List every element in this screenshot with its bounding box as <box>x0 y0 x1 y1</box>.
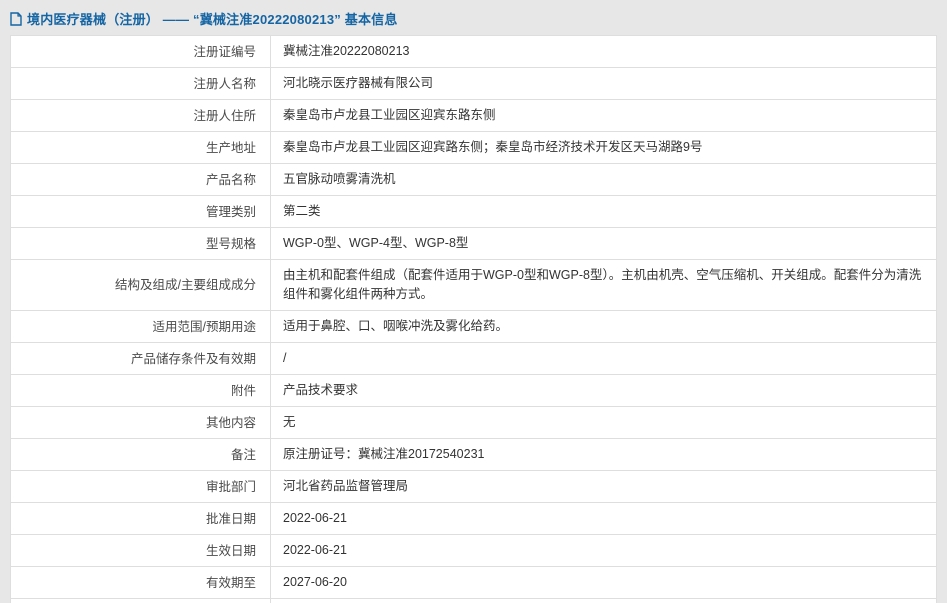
row-label-text: 审批部门 <box>206 480 256 494</box>
table-row: 管理类别 第二类 <box>11 196 937 228</box>
row-value-text: 冀械注准20222080213 <box>283 44 409 58</box>
row-label-text: 批准日期 <box>206 512 256 526</box>
table-row: 注册人名称 河北晓示医疗器械有限公司 <box>11 68 937 100</box>
row-label: 注册人名称 <box>11 68 271 100</box>
page-title: 境内医疗器械（注册） —— “冀械注准20222080213” 基本信息 <box>27 9 398 28</box>
row-label-text: 其他内容 <box>206 416 256 430</box>
row-value: WGP-0型、WGP-4型、WGP-8型 <box>271 228 937 260</box>
row-label-text: 产品储存条件及有效期 <box>131 352 256 366</box>
row-label: 适用范围/预期用途 <box>11 311 271 343</box>
row-label-text: 管理类别 <box>206 205 256 219</box>
row-label-text: 型号规格 <box>206 237 256 251</box>
row-label: 注册证编号 <box>11 36 271 68</box>
row-value-text: 原注册证号：冀械注准20172540231 <box>283 447 484 461</box>
table-row: 产品储存条件及有效期 / <box>11 343 937 375</box>
row-value-text: 由主机和配套件组成（配套件适用于WGP-0型和WGP-8型）。主机由机壳、空气压… <box>283 268 921 301</box>
row-value-text: 2027-06-20 <box>283 575 347 589</box>
page-header: 境内医疗器械（注册） —— “冀械注准20222080213” 基本信息 <box>0 0 947 35</box>
row-label: 注册人住所 <box>11 100 271 132</box>
row-label: 型号规格 <box>11 228 271 260</box>
row-value: 原注册证号：冀械注准20172540231 <box>271 439 937 471</box>
row-label-text: 产品名称 <box>206 173 256 187</box>
row-value: 2027-06-20 <box>271 567 937 599</box>
row-value: 河北省药品监督管理局 <box>271 471 937 503</box>
row-label: 审批部门 <box>11 471 271 503</box>
row-value: 五官脉动喷雾清洗机 <box>271 164 937 196</box>
info-table-body: 注册证编号冀械注准20222080213注册人名称河北晓示医疗器械有限公司注册人… <box>11 36 937 603</box>
row-label: 生产地址 <box>11 132 271 164</box>
table-row: 生效日期 2022-06-21 <box>11 535 937 567</box>
row-value: 产品技术要求 <box>271 375 937 407</box>
row-label: 管理类别 <box>11 196 271 228</box>
row-value-text: 无 <box>283 415 296 429</box>
row-value: 2022-06-21 <box>271 503 937 535</box>
row-value-text: 河北晓示医疗器械有限公司 <box>283 76 433 90</box>
row-value-text: 适用于鼻腔、口、咽喉冲洗及雾化给药。 <box>283 319 508 333</box>
info-table: 注册证编号冀械注准20222080213注册人名称河北晓示医疗器械有限公司注册人… <box>10 35 937 603</box>
table-row: 有效期至 2027-06-20 <box>11 567 937 599</box>
row-label-text: 生产地址 <box>206 141 256 155</box>
table-row: 变更情况2023-10-31:1.生产地址:“秦皇岛市卢龙县工业园区迎宾东路东侧… <box>11 599 937 603</box>
row-label: 有效期至 <box>11 567 271 599</box>
row-value-text: 秦皇岛市卢龙县工业园区迎宾路东侧；秦皇岛市经济技术开发区天马湖路9号 <box>283 140 702 154</box>
table-row: 附件 产品技术要求 <box>11 375 937 407</box>
row-label-text: 附件 <box>231 384 256 398</box>
row-value: 冀械注准20222080213 <box>271 36 937 68</box>
row-value-text: 秦皇岛市卢龙县工业园区迎宾东路东侧 <box>283 108 496 122</box>
row-label: 附件 <box>11 375 271 407</box>
row-label-text: 注册人住所 <box>193 109 256 123</box>
row-label: 其他内容 <box>11 407 271 439</box>
row-value: 秦皇岛市卢龙县工业园区迎宾路东侧；秦皇岛市经济技术开发区天马湖路9号 <box>271 132 937 164</box>
row-value: / <box>271 343 937 375</box>
table-row: 型号规格 WGP-0型、WGP-4型、WGP-8型 <box>11 228 937 260</box>
table-row: 产品名称 五官脉动喷雾清洗机 <box>11 164 937 196</box>
table-row: 适用范围/预期用途 适用于鼻腔、口、咽喉冲洗及雾化给药。 <box>11 311 937 343</box>
table-row: 批准日期 2022-06-21 <box>11 503 937 535</box>
row-label-text: 有效期至 <box>206 576 256 590</box>
row-value-text: 河北省药品监督管理局 <box>283 479 408 493</box>
row-label: 产品储存条件及有效期 <box>11 343 271 375</box>
row-label: 备注 <box>11 439 271 471</box>
row-value-text: 第二类 <box>283 204 321 218</box>
row-label-text: 注册人名称 <box>193 77 256 91</box>
row-value-text: 产品技术要求 <box>283 383 358 397</box>
row-label-text: 生效日期 <box>206 544 256 558</box>
row-label-text: 备注 <box>231 448 256 462</box>
row-value-text: / <box>283 351 286 365</box>
row-label-text: 结构及组成/主要组成成分 <box>115 278 256 292</box>
row-value-text: WGP-0型、WGP-4型、WGP-8型 <box>283 236 468 250</box>
row-label: 结构及组成/主要组成成分 <box>11 260 271 311</box>
row-label-text: 注册证编号 <box>193 45 256 59</box>
row-label: 产品名称 <box>11 164 271 196</box>
row-label-text: 适用范围/预期用途 <box>153 320 256 334</box>
row-value: 由主机和配套件组成（配套件适用于WGP-0型和WGP-8型）。主机由机壳、空气压… <box>271 260 937 311</box>
table-row: 注册人住所 秦皇岛市卢龙县工业园区迎宾东路东侧 <box>11 100 937 132</box>
row-value: 秦皇岛市卢龙县工业园区迎宾东路东侧 <box>271 100 937 132</box>
table-row: 结构及组成/主要组成成分 由主机和配套件组成（配套件适用于WGP-0型和WGP-8… <box>11 260 937 311</box>
document-icon <box>10 12 22 26</box>
row-label: 变更情况 <box>11 599 271 603</box>
row-value: 无 <box>271 407 937 439</box>
table-row: 其他内容 无 <box>11 407 937 439</box>
row-value-text: 2022-06-21 <box>283 511 347 525</box>
row-value: 河北晓示医疗器械有限公司 <box>271 68 937 100</box>
table-row: 备注 原注册证号：冀械注准20172540231 <box>11 439 937 471</box>
row-value: 适用于鼻腔、口、咽喉冲洗及雾化给药。 <box>271 311 937 343</box>
row-label: 生效日期 <box>11 535 271 567</box>
table-row: 注册证编号 冀械注准20222080213 <box>11 36 937 68</box>
row-value: 第二类 <box>271 196 937 228</box>
row-label: 批准日期 <box>11 503 271 535</box>
row-value: 2023-10-31:1.生产地址:“秦皇岛市卢龙县工业园区迎宾东路东侧” 变更… <box>271 599 937 603</box>
row-value-text: 2022-06-21 <box>283 543 347 557</box>
table-row: 审批部门 河北省药品监督管理局 <box>11 471 937 503</box>
row-value: 2022-06-21 <box>271 535 937 567</box>
row-value-text: 五官脉动喷雾清洗机 <box>283 172 396 186</box>
table-row: 生产地址 秦皇岛市卢龙县工业园区迎宾路东侧；秦皇岛市经济技术开发区天马湖路9号 <box>11 132 937 164</box>
registration-info-page: 境内医疗器械（注册） —— “冀械注准20222080213” 基本信息 注册证… <box>0 0 947 603</box>
